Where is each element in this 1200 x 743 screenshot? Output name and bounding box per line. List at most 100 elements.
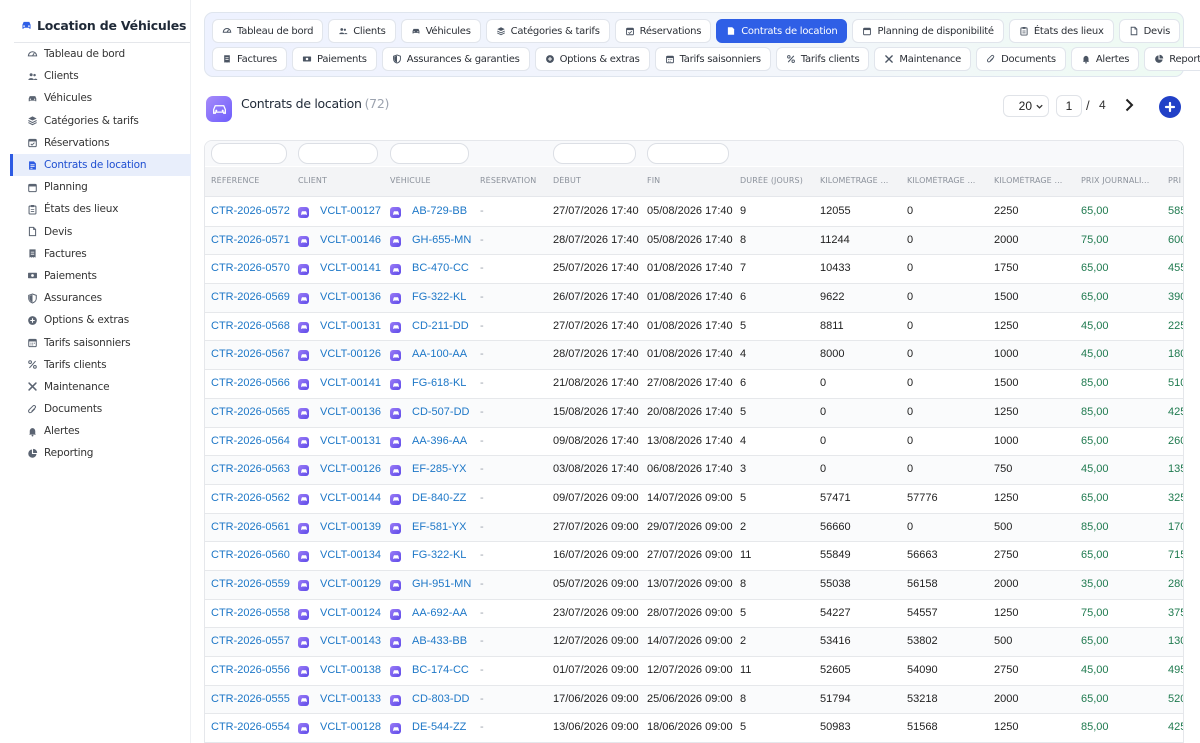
sidebar-item-alertes[interactable]: Alertes: [10, 420, 191, 442]
table-row[interactable]: CTR-2026-0554 VCLT-00128 DE-544-ZZ - 13/06/2…: [205, 714, 1183, 742]
cell-client[interactable]: VCLT-00126: [320, 463, 388, 475]
filter-vehicle-input[interactable]: [390, 143, 469, 164]
cell-client[interactable]: VCLT-00133: [320, 693, 388, 705]
cell-vehicle[interactable]: FG-322-KL: [412, 549, 478, 561]
tab-réservations[interactable]: Réservations: [614, 19, 712, 43]
filter-reference-input[interactable]: [211, 143, 287, 164]
sidebar-item-planning[interactable]: Planning: [10, 176, 191, 198]
table-row[interactable]: CTR-2026-0562 VCLT-00144 DE-840-ZZ - 09/07/2…: [205, 485, 1183, 514]
cell-vehicle[interactable]: GH-951-MN: [412, 578, 478, 590]
cell-client[interactable]: VCLT-00127: [320, 205, 388, 217]
cell-reference[interactable]: CTR-2026-0569: [211, 291, 296, 303]
tab-devis[interactable]: Devis: [1118, 19, 1181, 43]
tab-alertes[interactable]: Alertes: [1070, 47, 1140, 71]
sidebar-item-reporting[interactable]: Reporting: [10, 442, 191, 464]
tab-documents[interactable]: Documents: [976, 47, 1066, 71]
tab-clients[interactable]: Clients: [328, 19, 396, 43]
tab-véhicules[interactable]: Véhicules: [400, 19, 481, 43]
table-row[interactable]: CTR-2026-0568 VCLT-00131 CD-211-DD - 27/07/2…: [205, 313, 1183, 342]
column-header-mileage-included[interactable]: KILOMÉTRAGE ...: [994, 176, 1077, 185]
cell-reference[interactable]: CTR-2026-0572: [211, 205, 296, 217]
cell-reference[interactable]: CTR-2026-0559: [211, 578, 296, 590]
sidebar-item-devis[interactable]: Devis: [10, 221, 191, 243]
cell-client[interactable]: VCLT-00134: [320, 549, 388, 561]
cell-client[interactable]: VCLT-00138: [320, 664, 388, 676]
add-contract-button[interactable]: [1159, 96, 1181, 118]
cell-vehicle[interactable]: CD-803-DD: [412, 693, 478, 705]
cell-client[interactable]: VCLT-00129: [320, 578, 388, 590]
cell-client[interactable]: VCLT-00141: [320, 377, 388, 389]
column-header-price[interactable]: PRI: [1168, 176, 1183, 185]
table-row[interactable]: CTR-2026-0561 VCLT-00139 EF-581-YX - 27/07/2…: [205, 513, 1183, 543]
cell-vehicle[interactable]: AA-396-AA: [412, 435, 478, 447]
sidebar-item-assurances[interactable]: Assurances: [10, 287, 191, 309]
cell-client[interactable]: VCLT-00146: [320, 234, 388, 246]
tab-tarifs-clients[interactable]: Tarifs clients: [775, 47, 870, 71]
table-row[interactable]: CTR-2026-0557 VCLT-00143 AB-433-BB - 12/07/2…: [205, 628, 1183, 657]
sidebar-item-contrats-de-location[interactable]: Contrats de location: [10, 153, 191, 177]
table-row[interactable]: CTR-2026-0560 VCLT-00134 FG-322-KL - 16/07/2…: [205, 542, 1183, 571]
tab-planning-de-disponibilité[interactable]: Planning de disponibilité: [852, 19, 1004, 43]
cell-reference[interactable]: CTR-2026-0564: [211, 435, 296, 447]
sidebar-brand[interactable]: Location de Véhicules: [20, 18, 186, 33]
column-header-end[interactable]: FIN: [647, 176, 736, 185]
cell-vehicle[interactable]: CD-507-DD: [412, 406, 478, 418]
sidebar-item-clients[interactable]: Clients: [10, 65, 191, 87]
cell-vehicle[interactable]: DE-544-ZZ: [412, 721, 478, 733]
table-row[interactable]: CTR-2026-0571 VCLT-00146 GH-655-MN - 28/07/2…: [205, 226, 1183, 256]
cell-client[interactable]: VCLT-00141: [320, 262, 388, 274]
table-row[interactable]: CTR-2026-0572 VCLT-00127 AB-729-BB - 27/07/2…: [205, 198, 1183, 227]
sidebar-item-paiements[interactable]: Paiements: [10, 265, 191, 287]
cell-client[interactable]: VCLT-00131: [320, 435, 388, 447]
tab-options-extras[interactable]: Options & extras: [534, 47, 650, 71]
table-row[interactable]: CTR-2026-0567 VCLT-00126 AA-100-AA - 28/07/2…: [205, 341, 1183, 371]
sidebar-item-catégories-tarifs[interactable]: Catégories & tarifs: [10, 110, 191, 132]
sidebar-item-tarifs-saisonniers[interactable]: Tarifs saisonniers: [10, 331, 191, 353]
sidebar-item-tarifs-clients[interactable]: Tarifs clients: [10, 354, 191, 376]
tab-assurances-garanties[interactable]: Assurances & garanties: [381, 47, 530, 71]
cell-reference[interactable]: CTR-2026-0554: [211, 721, 296, 733]
table-row[interactable]: CTR-2026-0565 VCLT-00136 CD-507-DD - 15/08/2…: [205, 398, 1183, 428]
cell-vehicle[interactable]: AA-692-AA: [412, 607, 478, 619]
sidebar-item-documents[interactable]: Documents: [10, 398, 191, 420]
cell-client[interactable]: VCLT-00139: [320, 521, 388, 533]
cell-reference[interactable]: CTR-2026-0567: [211, 348, 296, 360]
sidebar-item-tableau-de-bord[interactable]: Tableau de bord: [10, 43, 191, 65]
cell-client[interactable]: VCLT-00136: [320, 406, 388, 418]
sidebar-item-réservations[interactable]: Réservations: [10, 132, 191, 154]
column-header-mileage-start[interactable]: KILOMÉTRAGE ...: [820, 176, 903, 185]
cell-reference[interactable]: CTR-2026-0571: [211, 234, 296, 246]
cell-reference[interactable]: CTR-2026-0555: [211, 693, 296, 705]
column-header-vehicle[interactable]: VÉHICULE: [390, 176, 476, 185]
table-row[interactable]: CTR-2026-0555 VCLT-00133 CD-803-DD - 17/06/2…: [205, 685, 1183, 715]
sidebar-item-véhicules[interactable]: Véhicules: [10, 87, 191, 109]
cell-vehicle[interactable]: CD-211-DD: [412, 320, 478, 332]
cell-vehicle[interactable]: AA-100-AA: [412, 348, 478, 360]
cell-vehicle[interactable]: AB-729-BB: [412, 205, 478, 217]
cell-reference[interactable]: CTR-2026-0563: [211, 463, 296, 475]
cell-reference[interactable]: CTR-2026-0557: [211, 635, 296, 647]
cell-reference[interactable]: CTR-2026-0558: [211, 607, 296, 619]
column-header-client[interactable]: CLIENT: [298, 176, 386, 185]
filter-client-input[interactable]: [298, 143, 378, 164]
tab-tableau-de-bord[interactable]: Tableau de bord: [212, 19, 324, 43]
tab-tarifs-saisonniers[interactable]: Tarifs saisonniers: [654, 47, 771, 71]
cell-reference[interactable]: CTR-2026-0560: [211, 549, 296, 561]
table-row[interactable]: CTR-2026-0564 VCLT-00131 AA-396-AA - 09/08/2…: [205, 428, 1183, 457]
table-row[interactable]: CTR-2026-0570 VCLT-00141 BC-470-CC - 25/07/2…: [205, 255, 1183, 285]
cell-client[interactable]: VCLT-00136: [320, 291, 388, 303]
sidebar-item-options-extras[interactable]: Options & extras: [10, 309, 191, 331]
tab-maintenance[interactable]: Maintenance: [874, 47, 972, 71]
cell-reference[interactable]: CTR-2026-0561: [211, 521, 296, 533]
tab-paiements[interactable]: Paiements: [291, 47, 377, 71]
filter-start-input[interactable]: [553, 143, 636, 164]
column-header-reference[interactable]: RÉFÉRENCE: [211, 176, 294, 185]
column-header-mileage-end[interactable]: KILOMÉTRAGE ...: [907, 176, 990, 185]
cell-reference[interactable]: CTR-2026-0570: [211, 262, 296, 274]
column-header-duration[interactable]: DURÉE (JOURS): [740, 176, 816, 185]
table-row[interactable]: CTR-2026-0563 VCLT-00126 EF-285-YX - 03/08/2…: [205, 456, 1183, 485]
next-page-button[interactable]: [1121, 96, 1137, 114]
cell-client[interactable]: VCLT-00124: [320, 607, 388, 619]
tab-catégories-tarifs[interactable]: Catégories & tarifs: [485, 19, 610, 43]
column-header-start[interactable]: DÉBUT: [553, 176, 643, 185]
